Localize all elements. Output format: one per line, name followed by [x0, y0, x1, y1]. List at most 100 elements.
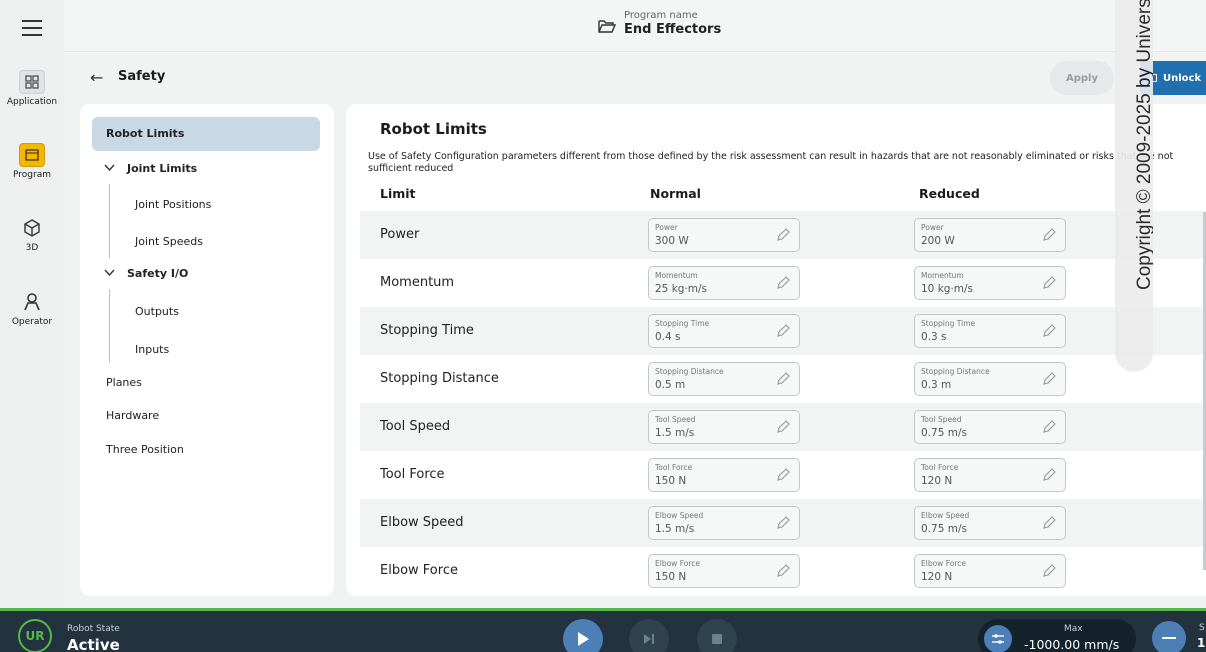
- pencil-icon: [1041, 419, 1057, 439]
- normal-value-field[interactable]: Tool Speed 1.5 m/s: [648, 410, 800, 444]
- pencil-icon: [775, 563, 791, 583]
- pencil-icon: [1041, 371, 1057, 391]
- speed-control[interactable]: Max -1000.00 mm/s: [978, 619, 1136, 652]
- reduced-value-field[interactable]: Elbow Speed 0.75 m/s: [914, 506, 1066, 540]
- page-title: Safety: [118, 69, 166, 84]
- program-name-display[interactable]: Program name End Effectors: [598, 10, 721, 38]
- nav-group-joint-limits[interactable]: Joint Limits: [104, 162, 197, 175]
- field-label: Elbow Force: [921, 559, 966, 568]
- table-row: Tool Speed Tool Speed 1.5 m/s Tool Speed 0…: [360, 403, 1206, 451]
- step-button[interactable]: [629, 619, 669, 652]
- table-row: Stopping Time Stopping Time 0.4 s Stoppin…: [360, 307, 1206, 355]
- column-header-reduced: Reduced: [919, 186, 980, 201]
- field-label: Stopping Time: [921, 319, 976, 328]
- field-value: 120 N: [921, 571, 953, 583]
- field-value: 300 W: [655, 235, 689, 247]
- robot-state-value: Active: [67, 636, 120, 652]
- normal-value-field[interactable]: Elbow Force 150 N: [648, 554, 800, 588]
- pencil-icon: [1041, 563, 1057, 583]
- normal-value-field[interactable]: Tool Force 150 N: [648, 458, 800, 492]
- limit-name: Tool Force: [380, 467, 445, 482]
- nav-item-three-position[interactable]: Three Position: [106, 443, 184, 456]
- hamburger-menu-icon[interactable]: [22, 20, 42, 36]
- reduced-value-field[interactable]: Tool Force 120 N: [914, 458, 1066, 492]
- field-label: Elbow Force: [655, 559, 700, 568]
- limits-table: Power Power 300 W Power 200 W Momentum Mom…: [360, 211, 1206, 595]
- pencil-icon: [775, 227, 791, 247]
- nav-item-inputs[interactable]: Inputs: [135, 343, 169, 356]
- normal-value-field[interactable]: Momentum 25 kg·m/s: [648, 266, 800, 300]
- ur-logo: UR: [18, 619, 52, 652]
- limit-name: Tool Speed: [380, 419, 451, 434]
- rail-item-operator[interactable]: Operator: [0, 290, 64, 327]
- top-bar: Program name End Effectors: [64, 0, 1206, 52]
- table-row: Stopping Distance Stopping Distance 0.5 m…: [360, 355, 1206, 403]
- pencil-icon: [1041, 515, 1057, 535]
- nav-group-safety-io[interactable]: Safety I/O: [104, 267, 188, 280]
- minus-icon: [1162, 637, 1176, 639]
- reduced-value-field[interactable]: Tool Speed 0.75 m/s: [914, 410, 1066, 444]
- field-value: 150 N: [655, 475, 687, 487]
- chevron-down-icon: [104, 163, 115, 174]
- reduced-value-field[interactable]: Stopping Distance 0.3 m: [914, 362, 1066, 396]
- nav-item-hardware[interactable]: Hardware: [106, 409, 159, 422]
- nav-group-label: Joint Limits: [127, 162, 198, 175]
- normal-value-field[interactable]: Power 300 W: [648, 218, 800, 252]
- limit-name: Elbow Force: [380, 563, 458, 578]
- chevron-down-icon: [104, 268, 115, 279]
- field-value: 0.4 s: [655, 331, 681, 343]
- field-label: Stopping Time: [655, 319, 710, 328]
- field-value: 200 W: [921, 235, 955, 247]
- field-value: 1.5 m/s: [655, 523, 695, 535]
- nav-group-label: Safety I/O: [127, 267, 189, 280]
- table-row: Tool Force Tool Force 150 N Tool Force 120…: [360, 451, 1206, 499]
- field-value: 1.5 m/s: [655, 427, 695, 439]
- speed-label: Max: [1064, 624, 1083, 634]
- reduced-value-field[interactable]: Stopping Time 0.3 s: [914, 314, 1066, 348]
- cube-icon: [19, 216, 45, 240]
- normal-value-field[interactable]: Elbow Speed 1.5 m/s: [648, 506, 800, 540]
- nav-item-robot-limits[interactable]: Robot Limits: [92, 117, 320, 151]
- decrease-speed-button[interactable]: [1152, 621, 1186, 652]
- field-value: 25 kg·m/s: [655, 283, 708, 295]
- normal-value-field[interactable]: Stopping Distance 0.5 m: [648, 362, 800, 396]
- pencil-icon: [775, 419, 791, 439]
- nav-item-outputs[interactable]: Outputs: [135, 305, 179, 318]
- person-icon: [19, 290, 45, 314]
- field-label: Tool Force: [921, 463, 959, 472]
- limit-name: Power: [380, 227, 420, 242]
- play-button[interactable]: [563, 619, 603, 652]
- nav-tree-line: [109, 289, 110, 363]
- pencil-icon: [775, 371, 791, 391]
- nav-item-joint-positions[interactable]: Joint Positions: [135, 198, 211, 211]
- pencil-icon: [775, 467, 791, 487]
- pencil-icon: [1041, 227, 1057, 247]
- pencil-icon: [775, 275, 791, 295]
- rail-item-label: Operator: [11, 317, 53, 327]
- normal-value-field[interactable]: Stopping Time 0.4 s: [648, 314, 800, 348]
- limit-name: Stopping Distance: [380, 371, 499, 386]
- reduced-value-field[interactable]: Elbow Force 120 N: [914, 554, 1066, 588]
- program-icon: [19, 143, 45, 167]
- field-value: 0.75 m/s: [921, 523, 967, 535]
- rail-item-application[interactable]: Application: [0, 70, 64, 107]
- apply-button[interactable]: Apply: [1050, 61, 1114, 95]
- reduced-value-field[interactable]: Momentum 10 kg·m/s: [914, 266, 1066, 300]
- nav-item-joint-speeds[interactable]: Joint Speeds: [135, 235, 203, 248]
- folder-open-icon: [598, 10, 617, 38]
- nav-item-planes[interactable]: Planes: [106, 376, 142, 389]
- field-value: 120 N: [921, 475, 953, 487]
- bottom-status-bar: UR Robot State Active Max -1000.00 mm/s …: [0, 608, 1206, 652]
- reduced-value-field[interactable]: Power 200 W: [914, 218, 1066, 252]
- field-label: Tool Speed: [921, 415, 962, 424]
- rail-item-program[interactable]: Program: [0, 143, 64, 180]
- unlock-label: Unlock: [1163, 72, 1202, 84]
- rail-item-3d[interactable]: 3D: [0, 216, 64, 253]
- sliders-icon: [984, 625, 1012, 652]
- nav-tree-line: [109, 184, 110, 258]
- table-row: Elbow Speed Elbow Speed 1.5 m/s Elbow Spe…: [360, 499, 1206, 547]
- grid-icon: [19, 70, 45, 94]
- field-label: Tool Force: [655, 463, 693, 472]
- back-arrow-icon[interactable]: ←: [90, 68, 103, 87]
- stop-button[interactable]: [697, 619, 737, 652]
